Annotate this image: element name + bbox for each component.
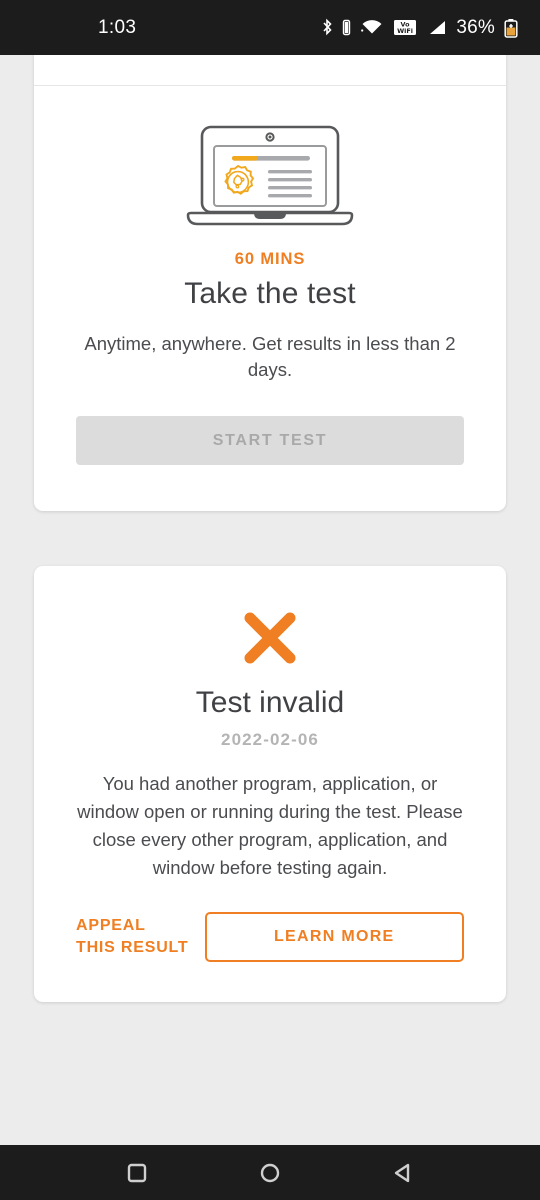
test-description: Anytime, anywhere. Get results in less t… <box>84 333 456 380</box>
home-circle-icon[interactable] <box>257 1160 283 1186</box>
status-bar-icons: Vo WiFi 36% <box>322 17 518 39</box>
wifi-icon <box>360 18 384 37</box>
cellular-signal-icon <box>426 18 447 37</box>
x-mark-icon <box>34 606 506 670</box>
result-date: 2022-02-06 <box>221 730 319 749</box>
result-actions: APPEAL THIS RESULT LEARN MORE <box>34 912 506 1002</box>
laptop-test-illustration <box>34 124 506 228</box>
recents-square-icon[interactable] <box>124 1160 150 1186</box>
bluetooth-icon <box>322 18 333 37</box>
status-bar-clock: 1:03 <box>98 16 137 38</box>
result-description: You had another program, application, or… <box>77 773 463 878</box>
battery-percent-label: 36% <box>456 16 495 38</box>
battery-icon <box>504 18 518 38</box>
appeal-this-result-link[interactable]: APPEAL THIS RESULT <box>76 915 189 959</box>
result-title: Test invalid <box>195 686 345 719</box>
volte-wifi-icon: Vo WiFi <box>393 18 417 37</box>
bluetooth-battery-icon <box>342 18 351 37</box>
svg-text:WiFi: WiFi <box>397 27 413 35</box>
page-title: Take the test <box>184 277 356 310</box>
test-duration-label: 60 MINS <box>234 250 306 268</box>
previous-section-stub <box>34 55 506 85</box>
learn-more-button[interactable]: LEARN MORE <box>204 912 464 962</box>
take-test-section: 60 MINS Take the test Anytime, anywhere.… <box>34 86 506 511</box>
test-card: 60 MINS Take the test Anytime, anywhere.… <box>34 55 506 511</box>
back-triangle-icon[interactable] <box>390 1160 416 1186</box>
result-card: Test invalid 2022-02-06 You had another … <box>34 566 506 1002</box>
android-nav-bar <box>0 1145 540 1200</box>
phone-screen: 1:03 Vo WiFi 36% 60 MINS Take the test A… <box>0 0 540 1200</box>
start-test-button[interactable]: START TEST <box>76 416 464 465</box>
status-bar: 1:03 Vo WiFi 36% <box>0 0 540 55</box>
scroll-content[interactable]: 60 MINS Take the test Anytime, anywhere.… <box>0 55 540 1145</box>
